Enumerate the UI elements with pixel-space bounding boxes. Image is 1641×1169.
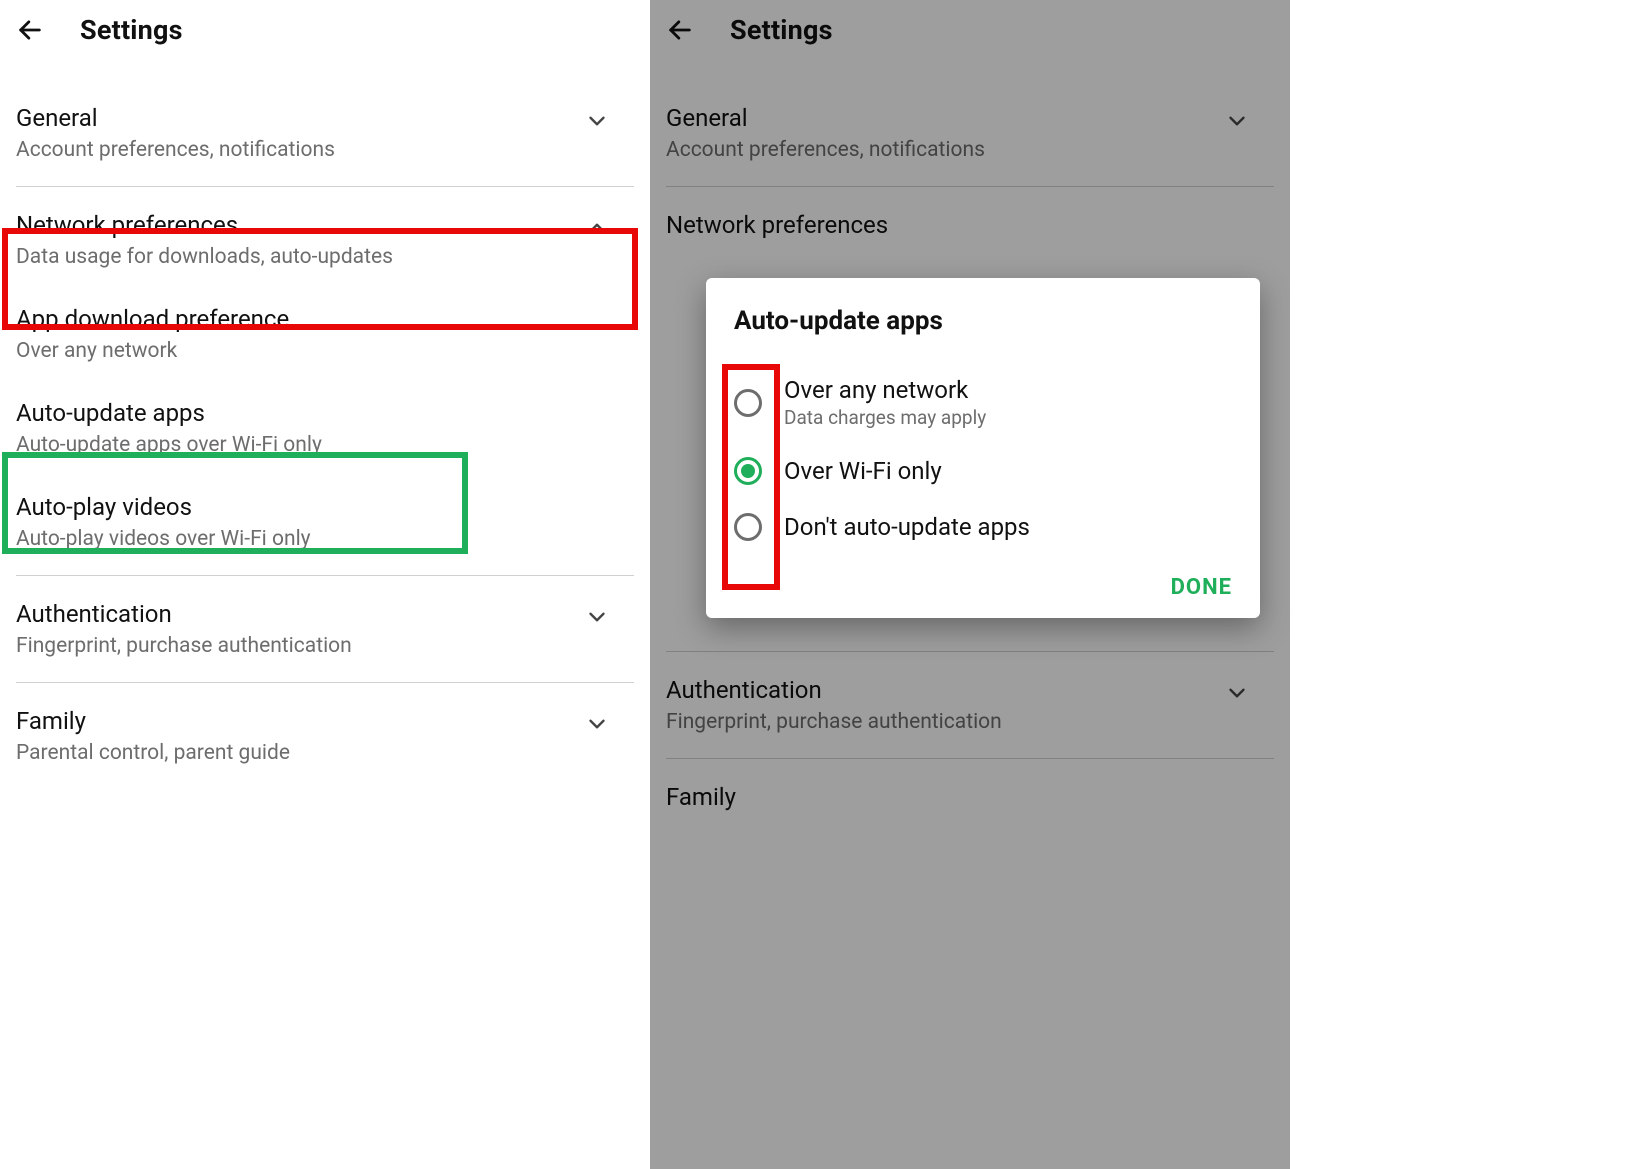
row-network-preferences[interactable]: Network preferences Data usage for downl… <box>16 193 634 287</box>
row-app-download-preference[interactable]: App download preference Over any network <box>16 287 634 381</box>
row-title: Network preferences <box>16 211 634 239</box>
row-subtitle: Account preferences, notifications <box>16 138 634 162</box>
row-subtitle: Over any network <box>16 339 634 363</box>
option-label: Over any network <box>784 376 986 404</box>
option-dont-auto-update[interactable]: Don't auto-update apps <box>734 499 1232 555</box>
radio-icon <box>734 389 762 417</box>
settings-pane-right: Settings General Account preferences, no… <box>650 0 1290 1169</box>
settings-list: General Account preferences, notificatio… <box>0 86 650 783</box>
radio-icon <box>734 457 762 485</box>
header: Settings <box>0 0 650 56</box>
row-subtitle: Auto-update apps over Wi-Fi only <box>16 433 634 457</box>
row-family[interactable]: Family Parental control, parent guide <box>16 689 634 783</box>
option-label: Don't auto-update apps <box>784 513 1030 541</box>
radio-icon <box>734 513 762 541</box>
row-subtitle: Fingerprint, purchase authentication <box>16 634 634 658</box>
row-general[interactable]: General Account preferences, notificatio… <box>16 86 634 180</box>
dialog-title: Auto-update apps <box>734 306 1232 336</box>
chevron-up-icon <box>584 215 610 241</box>
row-authentication[interactable]: Authentication Fingerprint, purchase aut… <box>16 582 634 676</box>
row-title: Auto-play videos <box>16 493 634 521</box>
auto-update-dialog: Auto-update apps Over any network Data c… <box>706 278 1260 618</box>
row-title: General <box>16 104 634 132</box>
network-subitems: App download preference Over any network… <box>16 287 634 569</box>
arrow-left-icon <box>16 16 44 44</box>
row-subtitle: Auto-play videos over Wi-Fi only <box>16 527 634 551</box>
row-subtitle: Parental control, parent guide <box>16 741 634 765</box>
page-title: Settings <box>80 14 183 46</box>
divider <box>16 575 634 576</box>
option-over-wifi-only[interactable]: Over Wi-Fi only <box>734 443 1232 499</box>
dialog-actions: DONE <box>734 555 1232 600</box>
done-button[interactable]: DONE <box>1171 575 1232 600</box>
divider <box>16 682 634 683</box>
row-title: Authentication <box>16 600 634 628</box>
chevron-down-icon <box>584 711 610 737</box>
option-over-any-network[interactable]: Over any network Data charges may apply <box>734 362 1232 443</box>
option-subtitle: Data charges may apply <box>784 406 986 429</box>
chevron-down-icon <box>584 604 610 630</box>
row-title: Family <box>16 707 634 735</box>
option-label: Over Wi-Fi only <box>784 457 942 485</box>
row-auto-play-videos[interactable]: Auto-play videos Auto-play videos over W… <box>16 475 634 569</box>
row-title: App download preference <box>16 305 634 333</box>
back-button[interactable] <box>8 8 52 52</box>
row-title: Auto-update apps <box>16 399 634 427</box>
chevron-down-icon <box>584 108 610 134</box>
divider <box>16 186 634 187</box>
row-subtitle: Data usage for downloads, auto-updates <box>16 245 634 269</box>
row-auto-update-apps[interactable]: Auto-update apps Auto-update apps over W… <box>16 381 634 475</box>
settings-pane-left: Settings General Account preferences, no… <box>0 0 650 1169</box>
